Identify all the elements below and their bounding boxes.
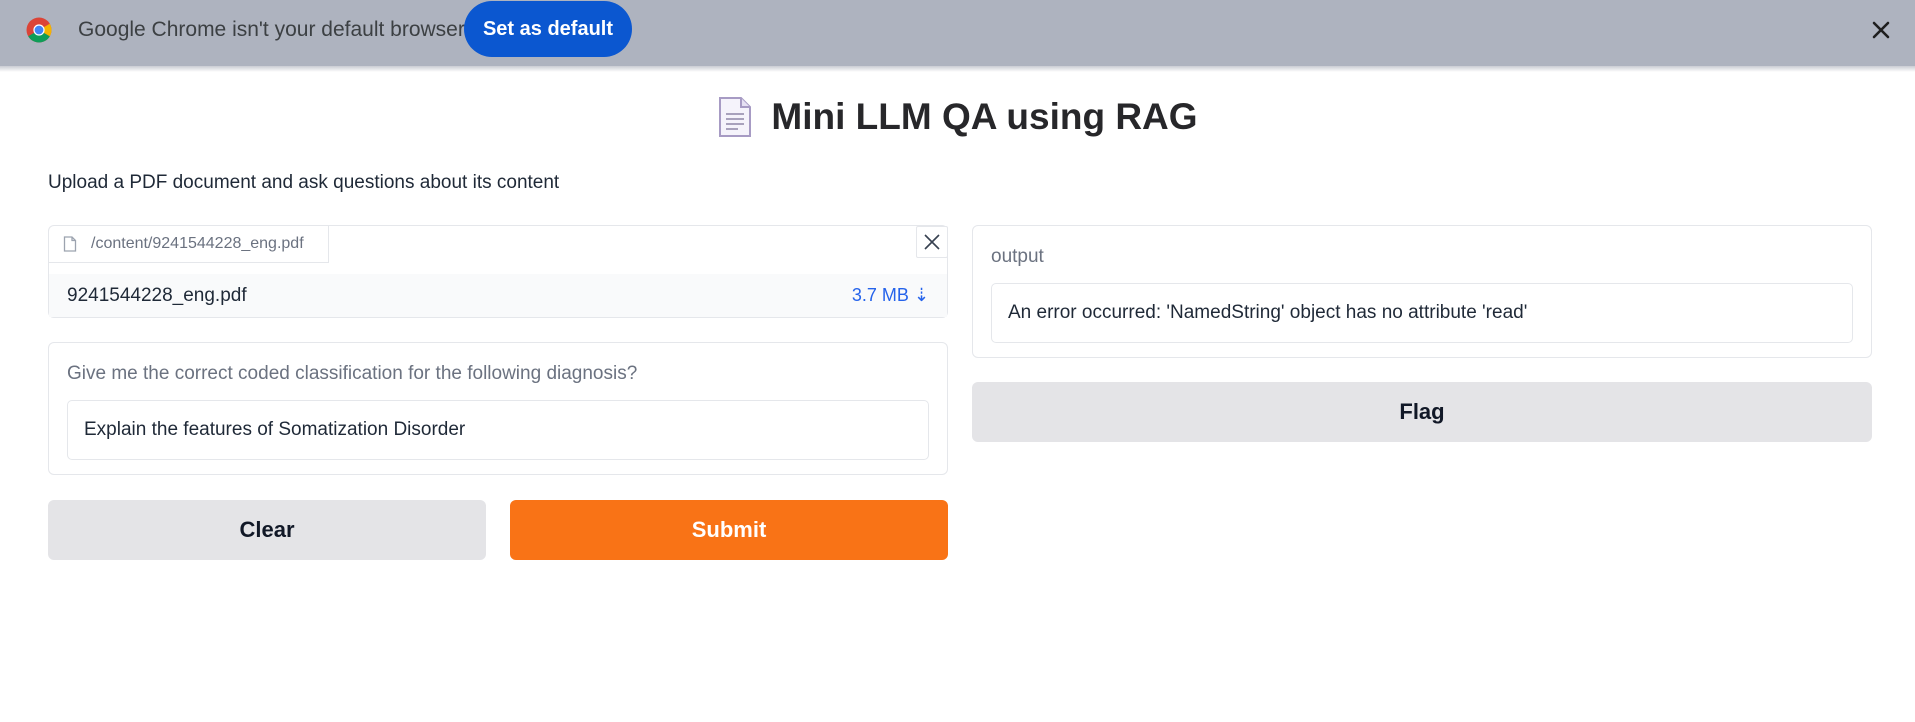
file-upload-block[interactable]: /content/9241544228_eng.pdf 9241544228_e… bbox=[48, 225, 948, 318]
file-download-link[interactable]: 3.7 MB ⇣ bbox=[852, 285, 929, 306]
file-name: 9241544228_eng.pdf bbox=[67, 284, 247, 306]
page-description: Upload a PDF document and ask questions … bbox=[48, 172, 560, 193]
page-title: Mini LLM QA using RAG bbox=[771, 96, 1198, 137]
file-path-tab: /content/9241544228_eng.pdf bbox=[49, 226, 329, 263]
page-header: Mini LLM QA using RAG bbox=[0, 92, 1915, 142]
close-icon bbox=[924, 234, 940, 250]
question-label: Give me the correct coded classification… bbox=[67, 363, 638, 384]
set-as-default-button[interactable]: Set as default bbox=[464, 1, 632, 57]
submit-button[interactable]: Submit bbox=[510, 500, 948, 560]
output-text[interactable]: An error occurred: 'NamedString' object … bbox=[991, 283, 1853, 343]
remove-file-button[interactable] bbox=[916, 226, 948, 258]
infobar-shadow bbox=[0, 66, 1915, 72]
document-icon bbox=[719, 97, 752, 137]
file-path-label: /content/9241544228_eng.pdf bbox=[91, 235, 304, 252]
clear-button[interactable]: Clear bbox=[48, 500, 486, 560]
uploaded-file-row: 9241544228_eng.pdf 3.7 MB ⇣ bbox=[49, 274, 947, 317]
default-browser-infobar: Google Chrome isn't your default browser… bbox=[0, 0, 1915, 66]
flag-button[interactable]: Flag bbox=[972, 382, 1872, 442]
close-icon[interactable] bbox=[1866, 15, 1896, 45]
chrome-logo-icon bbox=[26, 17, 52, 43]
question-input[interactable] bbox=[67, 400, 929, 460]
infobar-message: Google Chrome isn't your default browser bbox=[78, 18, 465, 41]
file-icon bbox=[63, 236, 77, 252]
question-block: Give me the correct coded classification… bbox=[48, 342, 948, 475]
output-block: output An error occurred: 'NamedString' … bbox=[972, 225, 1872, 358]
output-label: output bbox=[991, 246, 1044, 267]
